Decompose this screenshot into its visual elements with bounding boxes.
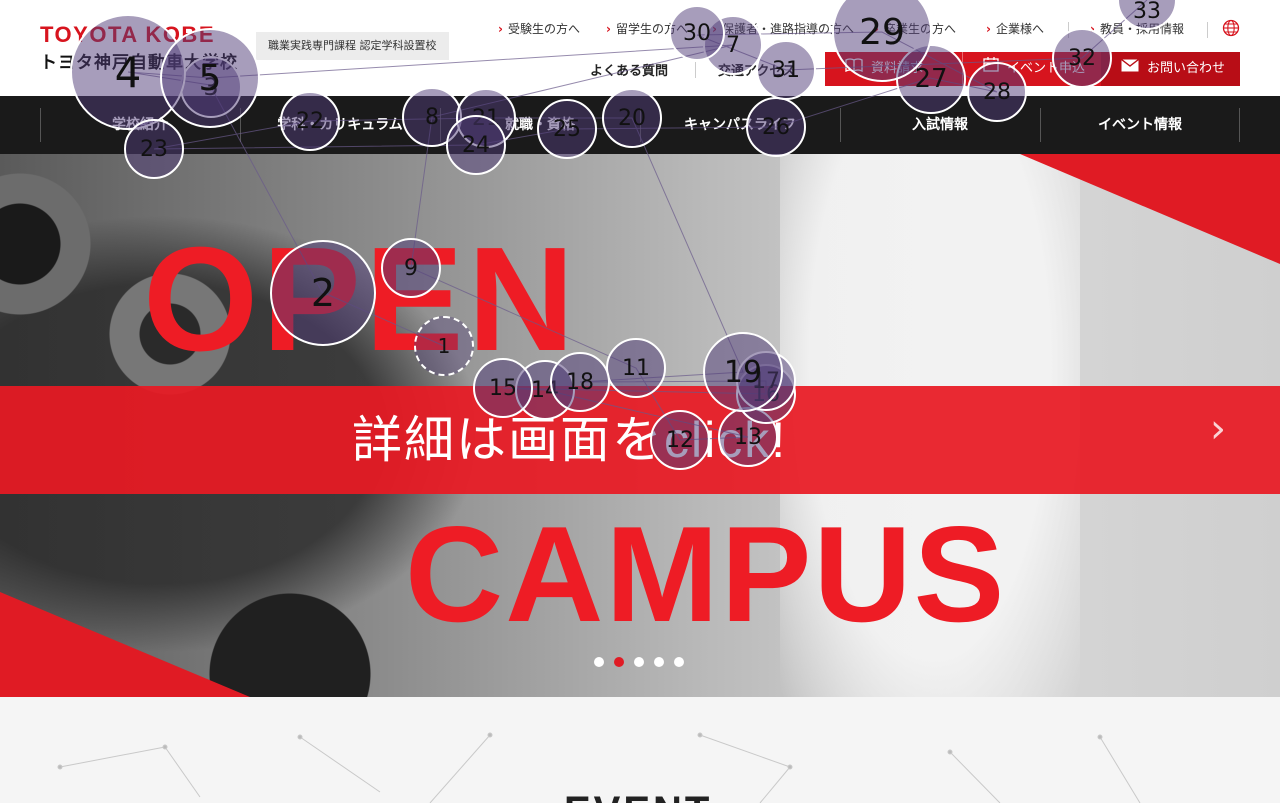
- slider-dot[interactable]: [594, 657, 604, 667]
- slider-dot[interactable]: [674, 657, 684, 667]
- slider-dot[interactable]: [654, 657, 664, 667]
- hero-campus-text: CAMPUS: [405, 498, 1007, 650]
- util-link-international[interactable]: › 留学生の方へ: [606, 20, 688, 37]
- event-section: EVENT: [0, 697, 1280, 803]
- util-link-label: 企業様へ: [995, 22, 1044, 36]
- contact-button[interactable]: お問い合わせ: [1101, 52, 1240, 86]
- main-nav: 学校紹介 学科・カリキュラム 就職・資格 キャンパスライフ 入試情報 イベント情…: [0, 96, 1280, 154]
- util-link-staff[interactable]: › 教員・採用情報: [1090, 20, 1184, 37]
- divider: [1207, 22, 1208, 38]
- util-link-companies[interactable]: › 企業様へ: [986, 20, 1044, 37]
- divider: [1068, 22, 1069, 38]
- event-apply-label: イベント申込: [1007, 61, 1086, 76]
- util-link-graduates[interactable]: › 卒業生の方へ: [874, 20, 956, 37]
- nav-item-career[interactable]: 就職・資格: [440, 96, 640, 154]
- hero-slider[interactable]: OPEN 詳細は画面をclick! CAMPUS ›: [0, 154, 1280, 697]
- nav-separator: [1239, 108, 1240, 142]
- util-link-label: 卒業生の方へ: [883, 22, 956, 36]
- slider-dot-active[interactable]: [614, 657, 624, 667]
- slider-dots: [594, 657, 684, 667]
- brochure-label: 資料請求: [871, 61, 924, 76]
- chevron-right-icon: ›: [1090, 22, 1095, 36]
- nav-item-curriculum[interactable]: 学科・カリキュラム: [240, 96, 440, 154]
- chevron-right-icon[interactable]: ›: [1210, 406, 1226, 452]
- chevron-right-icon: ›: [874, 22, 879, 36]
- brochure-request-button[interactable]: 資料請求: [825, 52, 962, 86]
- event-section-title: EVENT: [564, 789, 712, 803]
- hero-click-text[interactable]: 詳細は画面をclick!: [352, 410, 787, 470]
- event-apply-button[interactable]: イベント申込: [962, 52, 1101, 86]
- util-link-label: 保護者・進路指導の方へ: [721, 22, 854, 36]
- chevron-right-icon: ›: [986, 22, 991, 36]
- logo-english[interactable]: TOYOTA KOBE: [40, 22, 215, 48]
- chevron-right-icon: ›: [712, 22, 717, 36]
- chevron-right-icon: ›: [498, 22, 503, 36]
- contact-label: お問い合わせ: [1147, 61, 1226, 76]
- book-icon: [845, 52, 863, 86]
- nav-item-campus-life[interactable]: キャンパスライフ: [640, 96, 840, 154]
- faq-link[interactable]: よくある質問: [590, 60, 668, 79]
- mail-icon: [1121, 52, 1139, 86]
- access-link[interactable]: 交通アクセス: [718, 60, 795, 79]
- red-triangle-top-right: [1020, 154, 1280, 264]
- site-header: TOYOTA KOBE トヨタ神戸自動車大学校 職業実践専門課程 認定学科設置校…: [0, 0, 1280, 96]
- util-link-label: 留学生の方へ: [615, 22, 688, 36]
- slider-dot[interactable]: [634, 657, 644, 667]
- util-link-applicants[interactable]: › 受験生の方へ: [498, 20, 580, 37]
- util-link-label: 教員・採用情報: [1099, 22, 1184, 36]
- nav-item-about[interactable]: 学校紹介: [40, 96, 240, 154]
- hero-open-text: OPEN: [143, 217, 579, 382]
- util-link-parents[interactable]: › 保護者・進路指導の方へ: [712, 20, 854, 37]
- red-triangle-bottom-left: [0, 592, 250, 697]
- chevron-right-icon: ›: [606, 22, 611, 36]
- nav-item-admission[interactable]: 入試情報: [840, 96, 1040, 154]
- divider: [695, 62, 696, 78]
- certification-badge: 職業実践専門課程 認定学科設置校: [256, 32, 449, 60]
- logo-japanese[interactable]: トヨタ神戸自動車大学校: [40, 48, 238, 73]
- nav-item-events[interactable]: イベント情報: [1040, 96, 1240, 154]
- globe-icon[interactable]: [1222, 19, 1240, 37]
- util-link-label: 受験生の方へ: [507, 22, 580, 36]
- calendar-icon: [983, 52, 999, 86]
- network-decoration: [57, 732, 1141, 803]
